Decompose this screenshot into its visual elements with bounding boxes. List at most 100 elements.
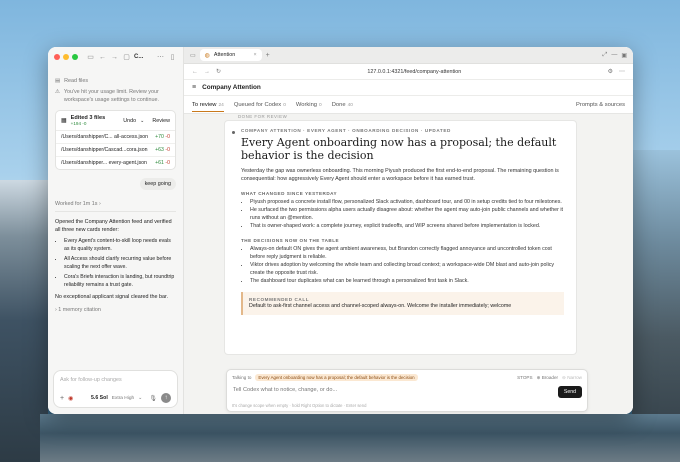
tab-label: Queued for Codex <box>233 101 282 108</box>
globe-icon: ◍ <box>204 52 210 59</box>
microphone-icon[interactable]: 🎙 <box>149 395 157 402</box>
split-pane-icon[interactable]: ▣ <box>621 52 627 59</box>
more-icon[interactable]: ⋯ <box>619 68 625 75</box>
minimize-pane-icon[interactable]: — <box>611 52 617 58</box>
menu-icon[interactable]: ≡ <box>192 84 196 91</box>
scope-broader-option[interactable]: ⊕ Broader <box>537 375 558 381</box>
back-arrow-icon[interactable]: ← <box>192 69 198 75</box>
list-item: Every Agent's content-to-skill loop need… <box>64 238 176 253</box>
tab-count: 0 <box>283 102 286 108</box>
edited-files-header: ▦ Edited 3 files +194 -0 Undo ⌄ Review <box>56 111 175 131</box>
warning-icon: ⚠ <box>55 89 60 95</box>
edited-files-stat: +194 -0 <box>70 121 87 126</box>
send-button[interactable]: ↑ <box>161 393 171 403</box>
forward-arrow-icon[interactable]: → <box>110 53 119 62</box>
edited-files-card: ▦ Edited 3 files +194 -0 Undo ⌄ Review /… <box>55 110 176 170</box>
tab-working[interactable]: Working 0 <box>296 102 322 108</box>
sidebar-titlebar: ▭ ← → ▢ C... ⋯ ▯ <box>48 47 183 67</box>
app-header: ≡ Company Attention <box>184 80 633 96</box>
edited-file-row[interactable]: /Users/danshipper/C... all-access.json +… <box>56 131 175 144</box>
list-item: That is owner-shaped work: a complete jo… <box>250 223 564 231</box>
browser-pane: ▭ ◍ Attention × + ⤢ — ▣ ← → ↻ 127.0.0.1:… <box>184 47 633 414</box>
tab-label: Done <box>331 101 346 108</box>
background-rocks <box>40 414 680 462</box>
url-field[interactable]: 127.0.0.1:4321/feed/company-attention <box>227 69 602 75</box>
reload-icon[interactable]: ↻ <box>216 68 221 75</box>
plus-icon[interactable]: + <box>60 395 64 402</box>
attention-card[interactable]: COMPANY ATTENTION · EVERY AGENT · ONBOAR… <box>224 120 577 355</box>
list-item: Cora's Briefs interaction is landing, bu… <box>64 274 176 289</box>
edited-file-row[interactable]: /Users/danshipper... every-agent.json +6… <box>56 157 175 169</box>
minimize-window-button[interactable] <box>63 54 69 60</box>
codex-instruction-input[interactable]: Tell Codex what to notice, change, or do… <box>227 385 587 395</box>
tab-to-review[interactable]: To review 24 <box>192 102 224 112</box>
tab-count: 0 <box>319 102 322 108</box>
edited-file-row[interactable]: /Users/danshipper/Cascad...cora.json +63… <box>56 144 175 157</box>
chevron-right-icon: › <box>55 306 57 313</box>
effort-selector[interactable]: Extra High <box>112 396 134 401</box>
assistant-bullet-list: Every Agent's content-to-skill loop need… <box>55 238 176 290</box>
panel-icon[interactable]: ▯ <box>168 53 177 62</box>
send-button[interactable]: Send <box>557 386 582 398</box>
new-tab-icon[interactable]: + <box>266 52 270 59</box>
tab-label: Working <box>295 101 318 108</box>
tab-done[interactable]: Done 40 <box>332 102 353 108</box>
file-additions: +61 <box>155 160 164 166</box>
file-deletions: -0 <box>165 147 170 153</box>
memory-citation-label: 1 memory citation <box>58 306 101 313</box>
codex-composer: Talking to Every Agent onboarding now ha… <box>226 369 588 412</box>
scope-narrow-label: Narrow <box>567 374 582 380</box>
worked-for-label: Worked for 1m 1s <box>55 201 98 207</box>
memory-citation[interactable]: › 1 memory citation <box>55 306 176 314</box>
close-tab-icon[interactable]: × <box>254 52 257 58</box>
list-item: Always-on default ON gives the agent amb… <box>250 246 564 261</box>
worked-for-divider[interactable]: Worked for 1m 1s › <box>55 200 176 212</box>
user-message-row: keep going <box>55 178 176 190</box>
recommended-call-text: Default to ask-first channel access and … <box>249 303 512 310</box>
codex-sidebar: ▭ ← → ▢ C... ⋯ ▯ ▤ Read files ⚠ You've h… <box>48 47 184 414</box>
settings-icon[interactable]: ⚙ <box>608 68 613 75</box>
file-additions: +63 <box>155 147 164 153</box>
back-arrow-icon[interactable]: ← <box>98 53 107 62</box>
file-deletions: -0 <box>165 160 170 166</box>
expand-icon[interactable]: ⤢ <box>603 52 608 59</box>
file-icon: ▤ <box>55 78 61 84</box>
context-chip[interactable]: Every Agent onboarding now has a proposa… <box>255 374 418 381</box>
folder-icon[interactable]: ▢ <box>122 53 131 62</box>
changes-list: Piyush proposed a concrete install flow,… <box>241 199 564 231</box>
feed-tabs: To review 24 Queued for Codex 0 Working 0 D… <box>184 96 633 114</box>
tab-queued-for-codex[interactable]: Queued for Codex 0 <box>234 102 286 108</box>
prompts-sources-link[interactable]: Prompts & sources <box>576 102 625 108</box>
file-additions: +70 <box>155 134 164 140</box>
scope-narrow-option[interactable]: ⊖ Narrow <box>562 375 582 381</box>
close-window-button[interactable] <box>54 54 60 60</box>
user-message-bubble: keep going <box>139 178 176 190</box>
arrow-up-icon: ↑ <box>164 395 168 401</box>
card-intro: Yesterday the gap was ownerless onboardi… <box>241 168 559 182</box>
followup-input[interactable]: Ask for follow-up changes <box>60 376 171 384</box>
section-heading: WHAT CHANGED SINCE YESTERDAY <box>241 190 338 196</box>
sidebar-panel-icon[interactable]: ▭ <box>190 52 196 59</box>
edited-file-name: /Users/danshipper/C... all-access.json <box>61 134 149 140</box>
browser-tab[interactable]: ◍ Attention × <box>199 49 262 61</box>
undo-button[interactable]: Undo <box>123 118 136 124</box>
recommended-call-label: RECOMMENDED CALL <box>249 296 310 302</box>
undo-chevron-icon[interactable]: ⌄ <box>140 118 144 124</box>
review-button[interactable]: Review <box>152 118 170 124</box>
card-headline: Every Agent onboarding now has a proposa… <box>241 136 557 162</box>
more-icon[interactable]: ⋯ <box>156 53 165 62</box>
chevron-right-icon: › <box>98 201 101 207</box>
chat-transcript: ▤ Read files ⚠ You've hit your usage lim… <box>48 67 183 314</box>
talking-to-label: Talking to <box>232 375 252 380</box>
sidebar-toggle-icon[interactable]: ▭ <box>86 53 95 62</box>
model-selector[interactable]: 5.6 Sol <box>91 395 108 401</box>
edited-file-name: /Users/danshipper... every-agent.json <box>61 160 147 166</box>
forward-arrow-icon[interactable]: → <box>204 69 210 75</box>
usage-notice: ⚠ You've hit your usage limit. Review yo… <box>55 88 176 104</box>
zoom-window-button[interactable] <box>72 54 78 60</box>
decisions-list: Always-on default ON gives the agent amb… <box>241 246 564 286</box>
browser-tab-label: Attention <box>213 52 236 58</box>
record-icon[interactable]: ◉ <box>68 395 73 402</box>
recommended-call: RECOMMENDED CALL Default to ask-first ch… <box>241 291 564 315</box>
chevron-down-icon[interactable]: ⌄ <box>138 395 142 401</box>
